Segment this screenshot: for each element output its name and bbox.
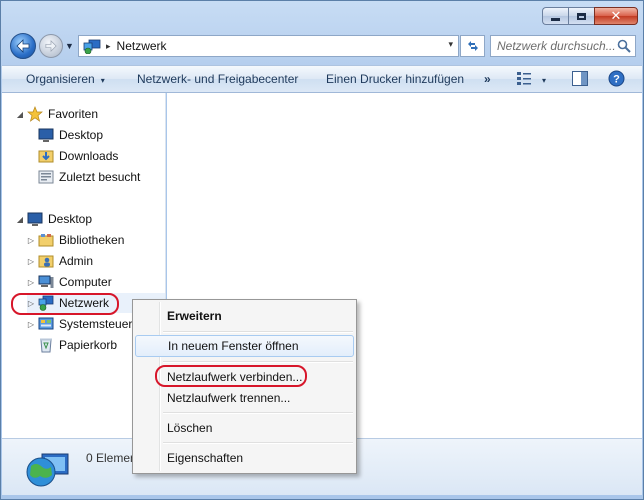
preview-pane-button[interactable] bbox=[572, 71, 588, 89]
tree-label: Admin bbox=[59, 254, 94, 268]
recent-places-icon bbox=[38, 170, 54, 184]
menu-item-open-new-window[interactable]: In neuem Fenster öffnen bbox=[135, 335, 354, 357]
desktop-icon bbox=[38, 128, 54, 142]
network-globe-icon bbox=[83, 39, 101, 54]
chevron-down-icon: ▾ bbox=[542, 76, 547, 85]
minimize-button[interactable] bbox=[542, 7, 568, 25]
tree-label: Computer bbox=[59, 275, 112, 289]
menu-separator bbox=[163, 442, 353, 444]
view-options-icon bbox=[517, 72, 531, 85]
window-controls: ✕ bbox=[542, 7, 638, 25]
menu-separator bbox=[163, 412, 353, 414]
maximize-button[interactable] bbox=[568, 7, 594, 25]
collapse-icon[interactable]: ◢ bbox=[16, 110, 24, 119]
computer-icon bbox=[38, 275, 54, 288]
star-icon bbox=[27, 106, 43, 122]
address-dropdown-icon[interactable]: ▾ bbox=[448, 39, 453, 50]
forward-button[interactable] bbox=[39, 34, 63, 58]
tree-item-downloads[interactable]: Downloads bbox=[27, 146, 118, 166]
close-button[interactable]: ✕ bbox=[594, 7, 638, 25]
svg-text:?: ? bbox=[613, 74, 620, 86]
search-box[interactable] bbox=[490, 35, 636, 57]
network-center-button[interactable]: Netzwerk- und Freigabecenter bbox=[137, 72, 298, 86]
breadcrumb-netzwerk[interactable]: Netzwerk bbox=[117, 39, 167, 53]
tree-item-computer[interactable]: ▷ Computer bbox=[27, 272, 112, 292]
help-icon: ? bbox=[608, 70, 625, 87]
tree-item-bibliotheken[interactable]: ▷ Bibliotheken bbox=[27, 230, 124, 250]
preview-pane-icon bbox=[572, 71, 588, 86]
tree-label: Downloads bbox=[59, 149, 119, 163]
tree-item-papierkorb[interactable]: Papierkorb bbox=[27, 335, 117, 355]
tree-label: Bibliotheken bbox=[59, 233, 125, 247]
tree-label: Desktop bbox=[59, 128, 104, 142]
expand-icon[interactable]: ▷ bbox=[27, 278, 35, 287]
refresh-icon bbox=[467, 41, 478, 51]
refresh-button[interactable] bbox=[460, 35, 485, 57]
menu-item-properties[interactable]: Eigenschaften bbox=[135, 447, 354, 469]
organize-button[interactable]: Organisieren ▾ bbox=[26, 72, 105, 86]
control-panel-icon bbox=[38, 317, 54, 330]
menu-separator bbox=[163, 331, 353, 333]
back-arrow-icon bbox=[16, 39, 30, 53]
menu-separator bbox=[163, 361, 353, 363]
search-input[interactable] bbox=[491, 38, 617, 54]
more-commands-button[interactable]: » bbox=[484, 72, 491, 86]
back-button[interactable] bbox=[10, 33, 36, 59]
highlight-netzwerk bbox=[11, 293, 119, 315]
libraries-icon bbox=[38, 234, 54, 247]
command-bar: Organisieren ▾ Netzwerk- und Freigabecent… bbox=[2, 65, 642, 93]
user-folder-icon bbox=[38, 255, 54, 268]
organize-label: Organisieren bbox=[26, 72, 95, 86]
tree-label: Zuletzt besucht bbox=[59, 170, 141, 184]
menu-item-erweitern[interactable]: Erweitern bbox=[135, 305, 354, 327]
view-options-button[interactable] bbox=[516, 70, 532, 89]
tree-item-desktop[interactable]: ◢ Desktop bbox=[16, 209, 92, 229]
highlight-map-network-drive bbox=[155, 365, 307, 387]
tree-label-desktop: Desktop bbox=[48, 212, 93, 226]
tree-item-recent[interactable]: Zuletzt besucht bbox=[27, 167, 140, 187]
downloads-folder-icon bbox=[38, 150, 54, 163]
menu-item-delete[interactable]: Löschen bbox=[135, 417, 354, 439]
forward-arrow-icon bbox=[45, 40, 57, 52]
view-dropdown-caret[interactable]: ▾ bbox=[542, 72, 546, 86]
tree-item-admin[interactable]: ▷ Admin bbox=[27, 251, 93, 271]
add-printer-button[interactable]: Einen Drucker hinzufügen bbox=[326, 72, 464, 86]
recent-pages-dropdown[interactable]: ▼ bbox=[65, 41, 74, 51]
tree-label: Papierkorb bbox=[59, 338, 118, 352]
magnifier-icon[interactable] bbox=[617, 39, 631, 53]
maximize-icon bbox=[577, 12, 586, 20]
breadcrumb-separator[interactable]: ▸ bbox=[106, 41, 111, 52]
close-icon: ✕ bbox=[610, 8, 622, 24]
collapse-icon[interactable]: ◢ bbox=[16, 215, 24, 224]
navigation-row: ▼ ▸ Netzwerk ▾ bbox=[1, 31, 643, 61]
network-globe-icon bbox=[26, 453, 69, 487]
expand-icon[interactable]: ▷ bbox=[27, 320, 35, 329]
expand-icon[interactable]: ▷ bbox=[27, 257, 35, 266]
help-button[interactable]: ? bbox=[608, 70, 625, 90]
tree-label-favoriten: Favoriten bbox=[48, 107, 99, 121]
menu-item-disconnect-network-drive[interactable]: Netzlaufwerk trennen... bbox=[135, 387, 354, 409]
expand-icon[interactable]: ▷ bbox=[27, 236, 35, 245]
tree-item-desktop-fav[interactable]: Desktop bbox=[27, 125, 103, 145]
recycle-bin-icon bbox=[40, 338, 52, 353]
desktop-icon bbox=[27, 212, 43, 226]
chevron-down-icon: ▾ bbox=[100, 76, 105, 85]
minimize-icon bbox=[551, 17, 560, 21]
address-bar[interactable]: ▸ Netzwerk ▾ bbox=[78, 35, 459, 57]
tree-item-favoriten[interactable]: ◢ Favoriten bbox=[16, 104, 98, 124]
explorer-window: ✕ ▼ ▸ Netzwerk ▾ Netzwerk durchsuch... O… bbox=[0, 0, 644, 500]
